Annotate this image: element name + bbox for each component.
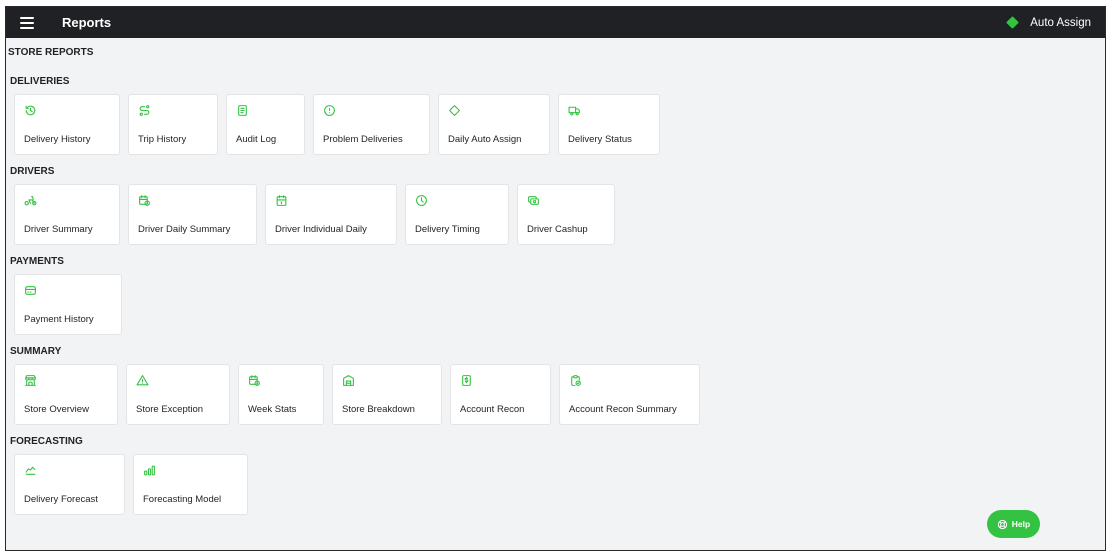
section-summary: SUMMARY Store Overview Store Exception W… [10,344,1105,425]
card-label: Driver Daily Summary [138,224,231,235]
card-label: Account Recon Summary [569,404,677,415]
card-label: Driver Summary [24,224,93,235]
report-card-payment-history[interactable]: Payment History [14,274,122,335]
card-label: Problem Deliveries [323,134,403,145]
menu-icon[interactable] [20,16,34,29]
card-label: Store Overview [24,404,89,415]
warning-icon [136,375,149,386]
section-deliveries: DELIVERIES Delivery History Trip History… [10,74,1105,155]
page-title: Reports [62,15,112,30]
card-label: Driver Individual Daily [275,224,367,235]
alert-circle-icon [324,105,335,116]
report-card-trip-history[interactable]: Trip History [128,94,218,155]
auto-assign-toggle[interactable]: Auto Assign [1006,16,1091,29]
card-row: Driver Summary Driver Daily Summary Driv… [14,184,1105,245]
cash-icon [528,196,539,205]
diamond-icon [449,105,460,116]
lifebuoy-icon [997,519,1007,529]
card-label: Forecasting Model [143,494,222,505]
clock-icon [416,195,427,206]
top-bar: Reports Auto Assign [6,7,1105,38]
truck-icon [568,106,580,116]
section-title: SUMMARY [10,346,62,357]
card-row: Delivery History Trip History Audit Log … [14,94,1105,155]
section-title: FORECASTING [10,436,83,447]
section-forecasting: FORECASTING Delivery Forecast Forecastin… [10,434,1105,515]
help-label: Help [1011,519,1031,529]
card-row: Payment History [14,274,1105,335]
clipboard-check-icon [571,375,581,386]
report-card-driver-summary[interactable]: Driver Summary [14,184,120,245]
card-label: Store Exception [136,404,204,415]
bike-icon [24,196,37,206]
report-card-forecasting-model[interactable]: Forecasting Model [133,454,248,515]
trend-line-icon [25,466,36,475]
store-icon [25,375,36,386]
help-button[interactable]: Help [987,510,1040,538]
report-card-driver-individual-daily[interactable]: Driver Individual Daily [265,184,397,245]
bar-chart-icon [144,465,155,476]
report-card-week-stats[interactable]: Week Stats [238,364,324,425]
report-card-daily-auto-assign[interactable]: Daily Auto Assign [438,94,550,155]
store-reports-heading: STORE REPORTS [8,47,94,58]
route-icon [139,105,150,116]
calendar-icon [276,195,287,206]
report-card-driver-daily-summary[interactable]: Driver Daily Summary [128,184,257,245]
section-drivers: DRIVERS Driver Summary Driver Daily Summ… [10,164,1105,245]
report-card-audit-log[interactable]: Audit Log [226,94,305,155]
card-label: Delivery Forecast [24,494,98,505]
report-card-delivery-forecast[interactable]: Delivery Forecast [14,454,125,515]
report-card-store-exception[interactable]: Store Exception [126,364,230,425]
card-label: Store Breakdown [342,404,415,415]
card-label: Delivery History [24,134,91,145]
card-label: Delivery Status [568,134,632,145]
report-card-delivery-history[interactable]: Delivery History [14,94,120,155]
calendar-clock-icon [139,195,150,206]
credit-card-icon [25,286,36,295]
auto-assign-label: Auto Assign [1030,16,1091,29]
card-label: Trip History [138,134,187,145]
section-title: DRIVERS [10,166,55,177]
report-card-store-breakdown[interactable]: Store Breakdown [332,364,442,425]
report-card-delivery-timing[interactable]: Delivery Timing [405,184,509,245]
app-window: Reports Auto Assign STORE REPORTS DELIVE… [5,6,1106,551]
section-title: PAYMENTS [10,256,64,267]
report-card-account-recon-summary[interactable]: Account Recon Summary [559,364,700,425]
card-label: Week Stats [248,404,297,415]
card-label: Driver Cashup [527,224,588,235]
card-label: Daily Auto Assign [448,134,522,145]
receipt-dollar-icon [462,375,471,386]
card-label: Payment History [24,314,94,325]
report-card-driver-cashup[interactable]: Driver Cashup [517,184,615,245]
section-title: DELIVERIES [10,76,70,87]
auto-assign-diamond-icon [1006,16,1020,29]
card-row: Store Overview Store Exception Week Stat… [14,364,1105,425]
building-icon [343,375,354,386]
card-row: Delivery Forecast Forecasting Model [14,454,1105,515]
history-icon [25,105,36,116]
report-card-delivery-status[interactable]: Delivery Status [558,94,660,155]
report-card-problem-deliveries[interactable]: Problem Deliveries [313,94,430,155]
card-label: Audit Log [236,134,277,145]
section-payments: PAYMENTS Payment History [10,254,1105,335]
card-label: Account Recon [460,404,525,415]
report-card-store-overview[interactable]: Store Overview [14,364,118,425]
document-icon [238,105,247,116]
calendar-stats-icon [249,375,260,386]
card-label: Delivery Timing [415,224,480,235]
report-card-account-recon[interactable]: Account Recon [450,364,551,425]
